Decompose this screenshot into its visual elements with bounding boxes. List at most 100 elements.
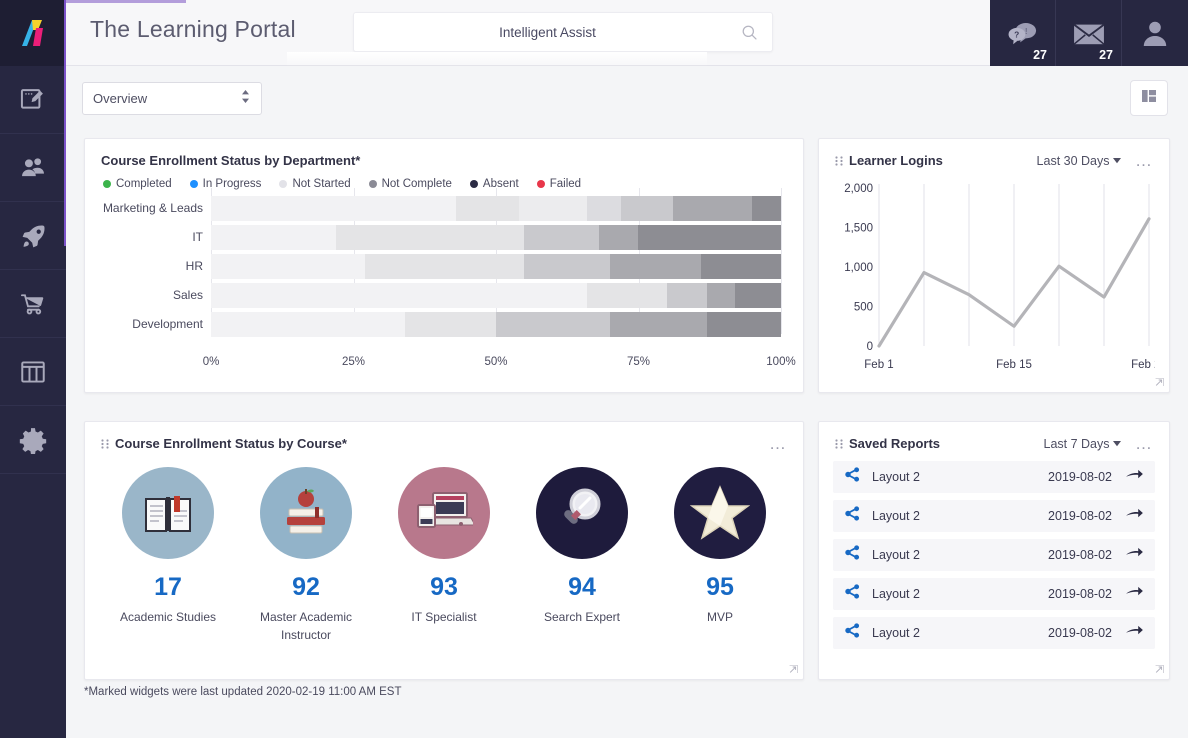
star-icon (674, 467, 766, 559)
drag-handle-icon[interactable] (101, 438, 109, 450)
bar-segment[interactable] (587, 196, 621, 221)
saved-menu-button[interactable]: … (1135, 439, 1153, 449)
sidebar-item-users[interactable] (0, 134, 66, 202)
bar-segment[interactable] (524, 225, 598, 250)
bar-segment[interactable] (365, 254, 525, 279)
bar-segment[interactable] (610, 312, 707, 337)
course-menu-button[interactable]: … (769, 439, 787, 449)
brand-logo[interactable] (0, 0, 66, 66)
sidebar-item-launch[interactable] (0, 202, 66, 270)
view-selector[interactable]: Overview (82, 82, 262, 115)
saved-range-selector[interactable]: Last 7 Days (1044, 437, 1122, 451)
card-title-course: Course Enrollment Status by Course* (115, 436, 347, 451)
x-axis-tick: 100% (766, 356, 795, 368)
x-axis-tick: Feb 1 (864, 359, 893, 371)
open-book-icon (122, 467, 214, 559)
legend-dot-completed (103, 180, 111, 188)
bar-segment[interactable] (587, 283, 667, 308)
bar-segment[interactable] (496, 312, 610, 337)
bar-segment[interactable] (456, 196, 519, 221)
card-saved-reports: Saved Reports Last 7 Days … Layout 22019… (818, 421, 1170, 680)
card-enrollment-by-department: Course Enrollment Status by Department* … (84, 138, 804, 393)
legend-dot-not-complete (369, 180, 377, 188)
bar-segment[interactable] (621, 196, 672, 221)
report-row[interactable]: Layout 22019-08-02 (833, 500, 1155, 532)
stacked-bar-chart: Marketing & LeadsITHRSalesDevelopment (85, 196, 803, 356)
bar-segment[interactable] (610, 254, 701, 279)
y-axis-tick: 0 (867, 341, 873, 353)
bar-segment[interactable] (752, 196, 781, 221)
chat-badge-count: 27 (1033, 48, 1047, 62)
dashboard-toolbar: Overview (66, 66, 1188, 132)
arrow-right-icon[interactable] (1126, 468, 1143, 486)
sidebar-item-reports[interactable] (0, 338, 66, 406)
bar-segment[interactable] (336, 225, 524, 250)
bar-segment[interactable] (211, 283, 587, 308)
share-icon[interactable] (845, 467, 860, 487)
course-badge[interactable]: 92Master Academic Instructor (242, 467, 370, 644)
share-icon[interactable] (845, 623, 860, 643)
devices-icon (398, 467, 490, 559)
logins-menu-button[interactable]: … (1135, 156, 1153, 166)
bar-segment[interactable] (405, 312, 496, 337)
logins-range-selector[interactable]: Last 30 Days (1037, 154, 1121, 168)
resize-handle[interactable]: ⇱ (1155, 376, 1164, 389)
bar-segment[interactable] (599, 225, 639, 250)
bar-segment[interactable] (707, 312, 781, 337)
card-learner-logins: Learner Logins Last 30 Days … 05001,0001… (818, 138, 1170, 393)
resize-handle[interactable]: ⇱ (789, 663, 798, 676)
course-badge[interactable]: 17Academic Studies (104, 467, 232, 644)
arrow-right-icon[interactable] (1126, 585, 1143, 603)
dashboard-page: The Learning Portal ? ! 2 (0, 0, 1188, 738)
badge-value: 93 (380, 573, 508, 602)
user-avatar[interactable] (1122, 0, 1188, 66)
badge-label: IT Specialist (380, 608, 508, 626)
sidebar-item-compose[interactable] (0, 66, 66, 134)
x-axis-tick: 0% (203, 356, 220, 368)
bar-segment[interactable] (735, 283, 781, 308)
bar-segment[interactable] (519, 196, 587, 221)
arrow-right-icon[interactable] (1126, 546, 1143, 564)
report-row[interactable]: Layout 22019-08-02 (833, 578, 1155, 610)
search-icon[interactable] (741, 24, 758, 41)
bar-segment[interactable] (701, 254, 781, 279)
arrow-right-icon[interactable] (1126, 624, 1143, 642)
arrow-right-icon[interactable] (1126, 507, 1143, 525)
card-header: Learner Logins Last 30 Days … (819, 139, 1169, 168)
share-icon[interactable] (845, 584, 860, 604)
bar-segment[interactable] (667, 283, 707, 308)
drag-handle-icon[interactable] (835, 438, 843, 450)
course-badge[interactable]: 94Search Expert (518, 467, 646, 644)
search-box[interactable] (353, 12, 773, 52)
course-badge[interactable]: 93 IT Specialist (380, 467, 508, 644)
course-badge-list: 17Academic Studies 92Master Academic Ins… (85, 451, 803, 644)
bar-category-label: Sales (85, 283, 203, 308)
report-row[interactable]: Layout 22019-08-02 (833, 461, 1155, 493)
chart-legend: Completed In Progress Not Started Not Co… (85, 168, 803, 190)
course-badge[interactable]: 95MVP (656, 467, 784, 644)
bar-segment[interactable] (211, 312, 405, 337)
report-row[interactable]: Layout 22019-08-02 (833, 617, 1155, 649)
share-icon[interactable] (845, 545, 860, 565)
bar-segment[interactable] (211, 254, 365, 279)
resize-handle[interactable]: ⇱ (1155, 663, 1164, 676)
bar-segment[interactable] (211, 225, 336, 250)
sidebar-item-settings[interactable] (0, 406, 66, 474)
bar-segment[interactable] (524, 254, 610, 279)
layout-toggle-button[interactable] (1130, 80, 1168, 116)
sidebar-item-catalog[interactable] (0, 270, 66, 338)
report-row[interactable]: Layout 22019-08-02 (833, 539, 1155, 571)
chat-help-button[interactable]: ? ! 27 (990, 0, 1056, 66)
legend-item: Completed (103, 178, 172, 190)
drag-handle-icon[interactable] (835, 155, 843, 167)
bar-segment[interactable] (638, 225, 781, 250)
bar-segment[interactable] (707, 283, 736, 308)
bar-segment[interactable] (673, 196, 753, 221)
bar-segment[interactable] (211, 196, 456, 221)
mail-button[interactable]: 27 (1056, 0, 1122, 66)
svg-text:?: ? (1014, 30, 1019, 40)
search-input[interactable] (354, 25, 741, 40)
badge-label: Search Expert (518, 608, 646, 626)
stepper-updown-icon[interactable] (240, 88, 251, 110)
share-icon[interactable] (845, 506, 860, 526)
